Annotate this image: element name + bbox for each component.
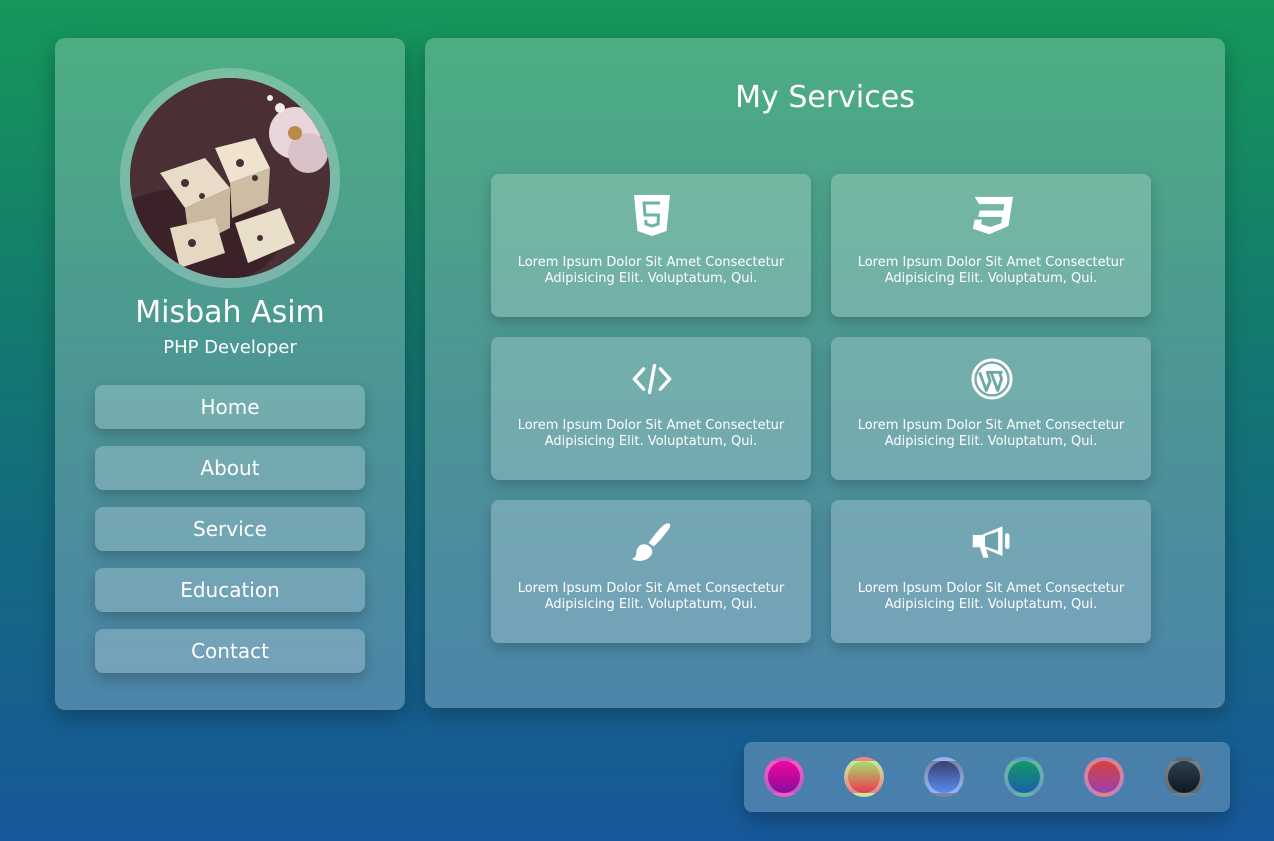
nav-about-button[interactable]: About (95, 446, 365, 490)
service-description: Lorem Ipsum Dolor Sit Amet Consectetur A… (857, 255, 1125, 286)
service-description: Lorem Ipsum Dolor Sit Amet Consectetur A… (517, 418, 785, 449)
services-title: My Services (735, 80, 915, 115)
service-description: Lorem Ipsum Dolor Sit Amet Consectetur A… (517, 581, 785, 612)
avatar (130, 78, 330, 278)
service-card-marketing[interactable]: Lorem Ipsum Dolor Sit Amet Consectetur A… (831, 500, 1151, 643)
theme-swatch-green-blue[interactable] (1004, 757, 1044, 797)
service-card-design[interactable]: Lorem Ipsum Dolor Sit Amet Consectetur A… (491, 500, 811, 643)
wordpress-icon (971, 358, 1013, 400)
code-icon (632, 363, 672, 395)
service-description: Lorem Ipsum Dolor Sit Amet Consectetur A… (517, 255, 785, 286)
theme-swatch-red-purple[interactable] (1084, 757, 1124, 797)
profile-role: PHP Developer (163, 337, 297, 358)
service-description: Lorem Ipsum Dolor Sit Amet Consectetur A… (857, 418, 1125, 449)
profile-card: Misbah Asim PHP Developer Home About Ser… (55, 38, 405, 710)
css3-icon (972, 196, 1013, 235)
nav-contact-button[interactable]: Contact (95, 629, 365, 673)
service-card-html[interactable]: Lorem Ipsum Dolor Sit Amet Consectetur A… (491, 174, 811, 317)
theme-swatch-indigo-blue[interactable] (924, 757, 964, 797)
theme-switcher (744, 742, 1230, 812)
nav-home-button[interactable]: Home (95, 385, 365, 429)
theme-swatch-lime-red[interactable] (844, 757, 884, 797)
service-description: Lorem Ipsum Dolor Sit Amet Consectetur A… (857, 581, 1125, 612)
megaphone-icon (972, 526, 1010, 558)
nav-service-button[interactable]: Service (95, 507, 365, 551)
profile-name: Misbah Asim (135, 295, 325, 330)
html5-icon (634, 195, 670, 236)
theme-swatch-magenta[interactable] (764, 757, 804, 797)
paint-brush-icon (631, 523, 671, 561)
theme-swatch-dark[interactable] (1164, 757, 1204, 797)
avatar-ring (120, 68, 340, 288)
service-card-css[interactable]: Lorem Ipsum Dolor Sit Amet Consectetur A… (831, 174, 1151, 317)
services-panel: My Services Lorem Ipsum Dolor Sit Amet C… (425, 38, 1225, 708)
nav-education-button[interactable]: Education (95, 568, 365, 612)
service-card-wordpress[interactable]: Lorem Ipsum Dolor Sit Amet Consectetur A… (831, 337, 1151, 480)
service-card-code[interactable]: Lorem Ipsum Dolor Sit Amet Consectetur A… (491, 337, 811, 480)
